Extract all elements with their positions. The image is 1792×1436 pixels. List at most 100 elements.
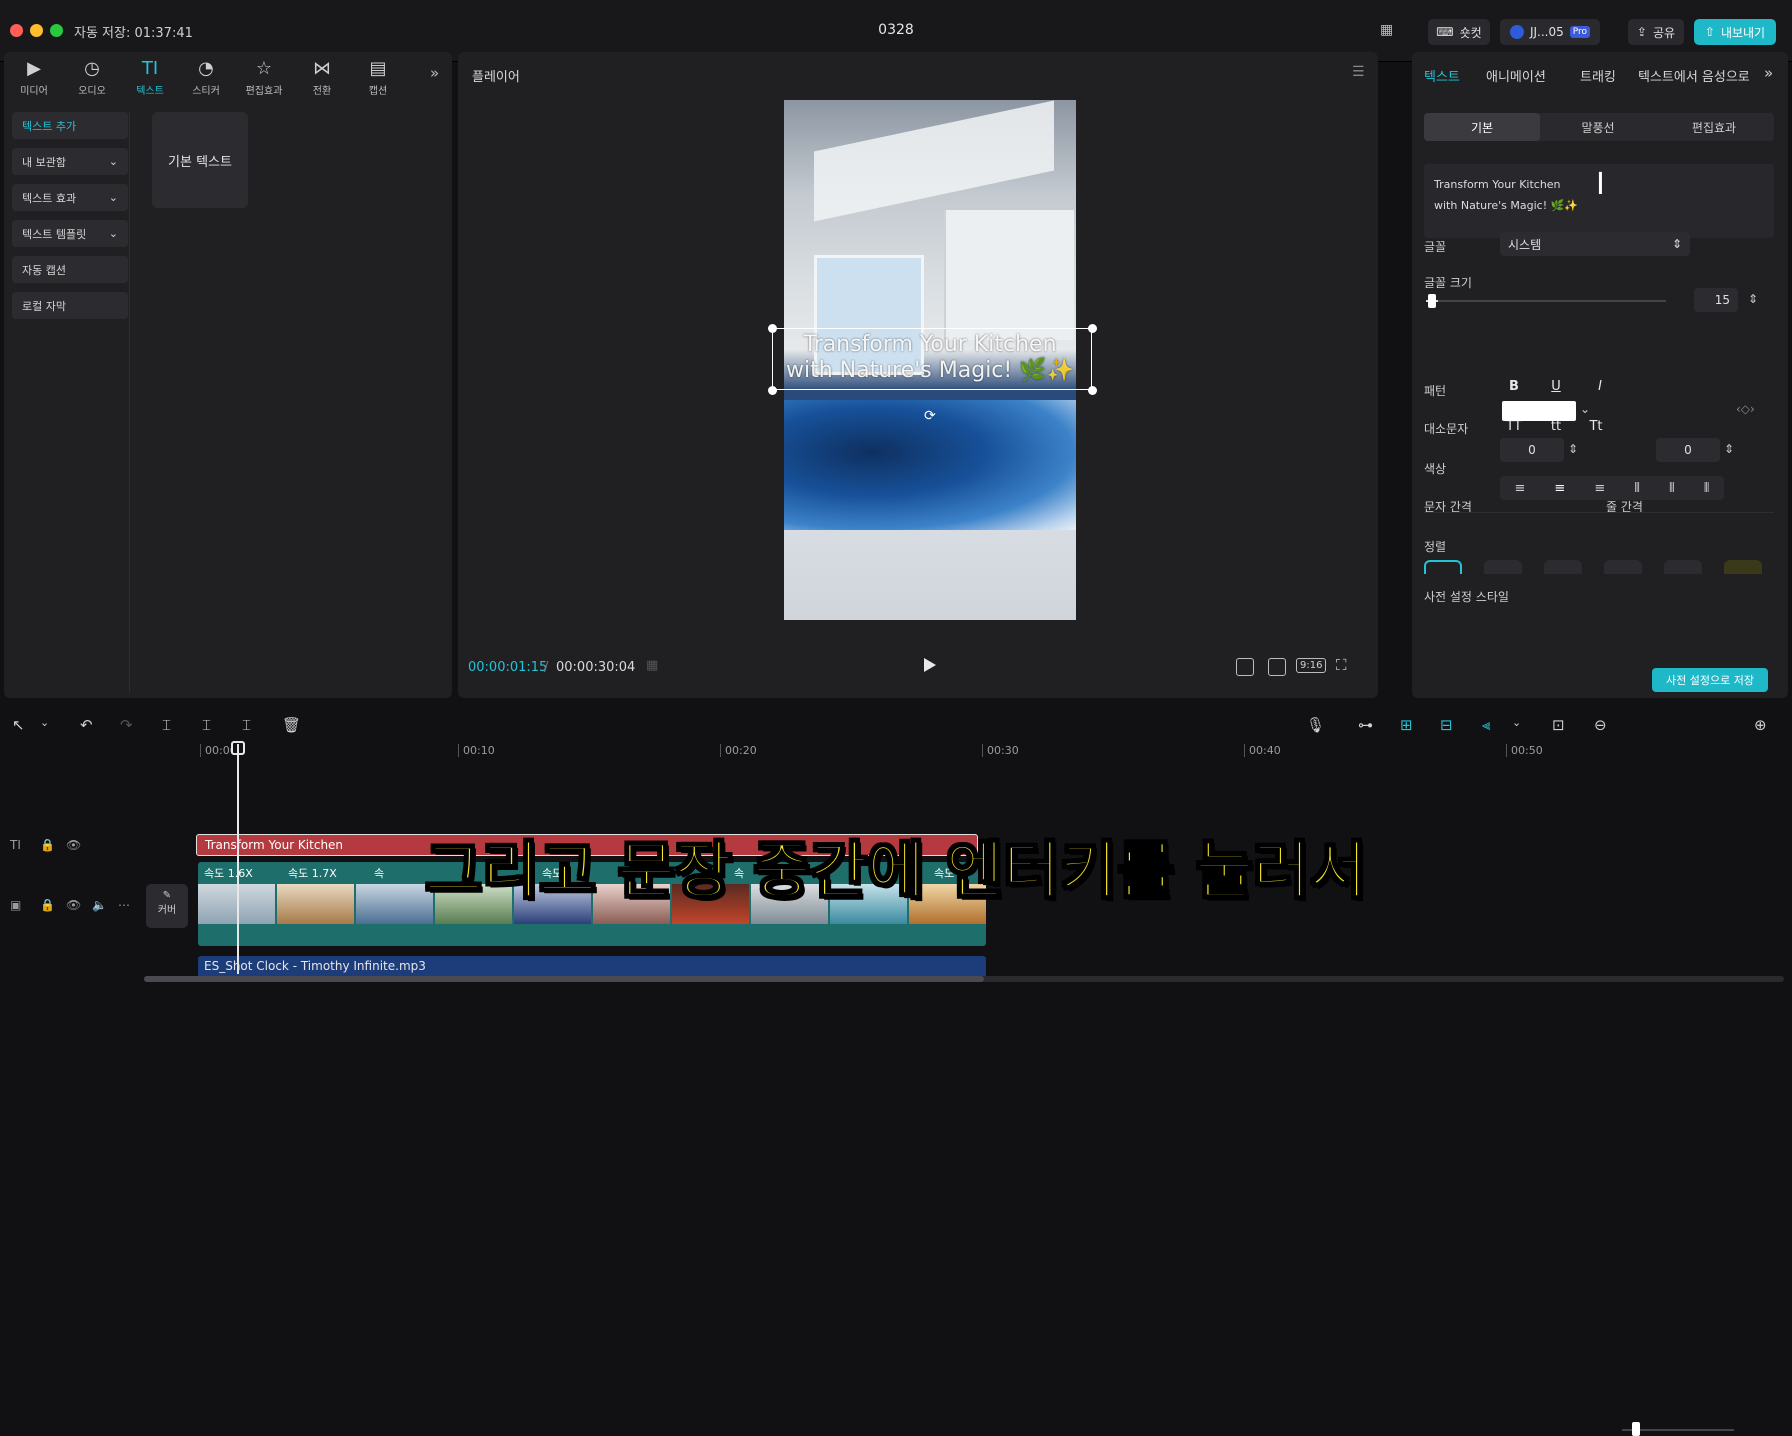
italic-button[interactable]: I [1586, 374, 1614, 398]
split-icon[interactable]: ⌶ [162, 716, 171, 734]
line-spacing-input[interactable]: 0 [1656, 438, 1720, 462]
stepper-icon[interactable]: ⇕ [1568, 442, 1578, 456]
audio-icon: ◷ [84, 58, 100, 79]
stepper-icon[interactable]: ⇕ [1724, 442, 1734, 456]
tab-tts[interactable]: 텍스트에서 음성으로 [1638, 66, 1750, 85]
fit-timeline-icon[interactable]: ⊡ [1552, 716, 1565, 734]
tool-media[interactable]: ▶ 미디어 [8, 58, 60, 97]
preset-style[interactable] [1484, 560, 1522, 574]
align-center-icon[interactable]: ≡ [1554, 481, 1565, 496]
zoom-slider-thumb[interactable] [1632, 1422, 1640, 1436]
bold-button[interactable]: B [1500, 374, 1528, 398]
menu-icon[interactable]: ☰ [1352, 64, 1365, 80]
align-left-icon[interactable]: ≡ [1515, 481, 1526, 496]
play-icon[interactable] [924, 658, 936, 672]
account-button[interactable]: JJ...05 Pro [1500, 19, 1600, 45]
zoom-in-icon[interactable]: ⊕ [1754, 716, 1767, 734]
keyframe-icon[interactable]: ‹◇› [1736, 402, 1755, 416]
tool-sticker[interactable]: ◔ 스티커 [180, 58, 232, 97]
audio-clip[interactable]: ES_Shot Clock - Timothy Infinite.mp3 [198, 956, 986, 978]
link-icon[interactable]: ⊶ [1358, 716, 1373, 734]
stepper-icon: ⇕ [1671, 237, 1682, 251]
align-group: ≡ ≡ ≡ ⦀ ⦀ ⦀ [1500, 476, 1724, 500]
vertical-align-top-icon[interactable]: ⦀ [1634, 481, 1640, 496]
delete-icon[interactable]: 🗑 [282, 716, 301, 734]
tool-text[interactable]: TI 텍스트 [124, 58, 176, 97]
select-tool-icon[interactable]: ↖ [12, 716, 25, 734]
resize-handle[interactable] [1088, 386, 1097, 395]
resize-handle[interactable] [768, 386, 777, 395]
font-select[interactable]: 시스템 ⇕ [1500, 232, 1690, 256]
tool-effects[interactable]: ☆ 편집효과 [238, 58, 290, 97]
shortcut-button[interactable]: ⌨ 숏컷 [1428, 19, 1490, 45]
chevron-down-icon: ⌄ [108, 227, 118, 240]
subtab-bubble[interactable]: 말풍선 [1540, 113, 1656, 141]
text-selection-box[interactable] [772, 328, 1092, 390]
preset-style[interactable] [1724, 560, 1762, 574]
size-slider-thumb[interactable] [1428, 294, 1436, 308]
split-left-icon[interactable]: ⌶ [202, 716, 211, 734]
microphone-icon[interactable]: 🎙 [1306, 716, 1325, 734]
size-slider[interactable] [1426, 300, 1666, 302]
nav-auto-caption[interactable]: 자동 캡션 [12, 256, 128, 283]
subtab-effects[interactable]: 편집효과 [1656, 113, 1772, 141]
char-spacing-input[interactable]: 0 [1500, 438, 1564, 462]
stepper-icon[interactable]: ⇕ [1748, 292, 1758, 306]
timeline-scroll-thumb[interactable] [144, 976, 984, 982]
export-button[interactable]: ⇧ 내보내기 [1694, 19, 1776, 45]
export-icon: ⇧ [1704, 25, 1715, 39]
more-tools-icon[interactable]: » [430, 64, 439, 82]
zoom-out-icon[interactable]: ⊖ [1594, 716, 1607, 734]
align-label: 정렬 [1424, 540, 1447, 554]
size-input[interactable]: 15 [1694, 288, 1738, 312]
subtab-basic[interactable]: 기본 [1424, 113, 1540, 141]
preview-axis-icon[interactable]: ⫷ [1482, 716, 1490, 734]
rotate-handle-icon[interactable]: ⟳ [924, 408, 936, 424]
vertical-align-center-icon[interactable]: ⦀ [1669, 481, 1675, 496]
tab-tracking[interactable]: 트래킹 [1580, 66, 1616, 85]
tab-text[interactable]: 텍스트 [1424, 66, 1460, 85]
titlecase-button[interactable]: Tt [1582, 414, 1610, 438]
text-icon: TI [141, 58, 159, 79]
nav-my-library[interactable]: 내 보관함 ⌄ [12, 148, 128, 175]
nav-add-text[interactable]: 텍스트 추가 [12, 112, 128, 139]
split-right-icon[interactable]: ⌶ [242, 716, 251, 734]
undo-icon[interactable]: ↶ [80, 716, 93, 734]
fit-icon[interactable] [1236, 658, 1254, 676]
screenshot-icon[interactable] [1268, 658, 1286, 676]
aspect-ratio-button[interactable]: 9:16 [1296, 658, 1327, 673]
fullscreen-icon[interactable]: ⛶ [1336, 656, 1347, 674]
share-button[interactable]: ⇪ 공유 [1628, 19, 1684, 45]
chevron-down-icon[interactable]: ⌄ [1512, 716, 1521, 729]
tool-audio[interactable]: ◷ 오디오 [66, 58, 118, 97]
basic-text-card[interactable]: 기본 텍스트 [152, 112, 248, 208]
tool-transition[interactable]: ⋈ 전환 [296, 58, 348, 97]
timeline-ruler[interactable]: 00:00 00:10 00:20 00:30 00:40 00:50 [196, 744, 1776, 762]
underline-button[interactable]: U [1542, 374, 1570, 398]
preset-style[interactable] [1604, 560, 1642, 574]
save-preset-button[interactable]: 사전 설정으로 저장 [1652, 668, 1768, 692]
effects-icon: ☆ [255, 58, 273, 79]
preset-none[interactable] [1424, 560, 1462, 574]
more-tabs-icon[interactable]: » [1764, 64, 1773, 82]
vertical-align-bottom-icon[interactable]: ⦀ [1704, 481, 1710, 496]
tool-caption[interactable]: ▤ 캡션 [352, 58, 404, 97]
snap-icon[interactable]: ⊞ [1400, 716, 1413, 734]
nav-text-effects[interactable]: 텍스트 효과 ⌄ [12, 184, 128, 211]
nav-local-subtitle[interactable]: 로컬 자막 [12, 292, 128, 319]
resize-handle[interactable] [768, 324, 777, 333]
preset-style[interactable] [1544, 560, 1582, 574]
chevron-down-icon[interactable]: ⌄ [40, 716, 49, 729]
chevron-down-icon[interactable]: ⌄ [1580, 402, 1590, 416]
font-label: 글꼴 [1424, 240, 1447, 254]
align-right-icon[interactable]: ≡ [1594, 481, 1605, 496]
redo-icon[interactable]: ↷ [120, 716, 133, 734]
timecode-grid-icon: ▦ [646, 658, 659, 673]
color-swatch[interactable] [1502, 401, 1576, 421]
preset-style[interactable] [1664, 560, 1702, 574]
layout-icon[interactable]: ▦ [1380, 22, 1393, 38]
tab-animation[interactable]: 애니메이션 [1486, 66, 1546, 85]
linkage-icon[interactable]: ⊟ [1440, 716, 1453, 734]
nav-text-templates[interactable]: 텍스트 템플릿 ⌄ [12, 220, 128, 247]
resize-handle[interactable] [1088, 324, 1097, 333]
